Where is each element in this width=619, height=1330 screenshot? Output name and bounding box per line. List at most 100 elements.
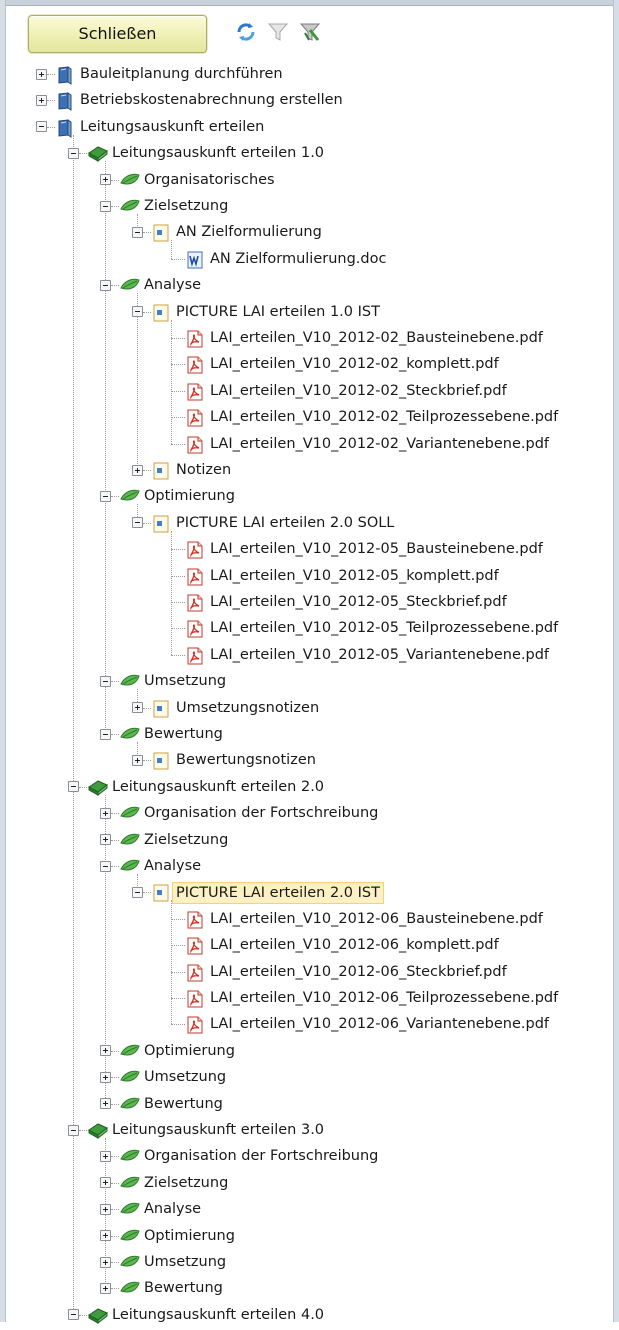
- pdf-file-icon: [185, 540, 205, 560]
- tree-row[interactable]: PICTURE LAI erteilen 2.0 SOLL: [0, 511, 619, 537]
- expand-toggle[interactable]: [100, 1256, 111, 1268]
- tree-item-label: LAI_erteilen_V10_2012-02_Variantenebene.…: [210, 435, 550, 452]
- collapse-toggle[interactable]: [132, 306, 143, 318]
- expand-toggle[interactable]: [132, 754, 143, 766]
- tree-row[interactable]: LAI_erteilen_V10_2012-05_Steckbrief.pdf: [0, 590, 619, 616]
- tree-row[interactable]: Organisation der Fortschreibung: [0, 1144, 619, 1170]
- tree-row[interactable]: LAI_erteilen_V10_2012-05_komplett.pdf: [0, 564, 619, 590]
- tree-row[interactable]: LAI_erteilen_V10_2012-02_Bausteinebene.p…: [0, 326, 619, 352]
- tree-item-label: Bauleitplanung durchführen: [80, 66, 283, 82]
- tree-connector: [171, 602, 185, 603]
- tree-row[interactable]: Bewertung: [0, 722, 619, 748]
- tree-item-label: Umsetzung: [144, 1069, 227, 1086]
- tree-row[interactable]: Zielsetzung: [0, 1171, 619, 1197]
- tree-row[interactable]: Umsetzungsnotizen: [0, 696, 619, 722]
- tree-row[interactable]: LAI_erteilen_V10_2012-06_Variantenebene.…: [0, 1012, 619, 1038]
- collapse-toggle[interactable]: [100, 675, 111, 687]
- expand-toggle[interactable]: [100, 1177, 111, 1189]
- expand-toggle[interactable]: [100, 1150, 111, 1162]
- tree-row[interactable]: AN Zielformulierung: [0, 220, 619, 246]
- tree-row[interactable]: Leitungsauskunft erteilen 1.0: [0, 141, 619, 167]
- tree-item-label: Organisation der Fortschreibung: [144, 805, 379, 822]
- tree-row[interactable]: LAI_erteilen_V10_2012-02_komplett.pdf: [0, 352, 619, 378]
- collapse-toggle[interactable]: [100, 728, 111, 740]
- expand-toggle[interactable]: [100, 174, 111, 186]
- tree-row[interactable]: Zielsetzung: [0, 828, 619, 854]
- tree-connector: [79, 1130, 87, 1131]
- expand-toggle[interactable]: [100, 1045, 111, 1057]
- tree-row[interactable]: LAI_erteilen_V10_2012-06_Teilprozesseben…: [0, 986, 619, 1012]
- tree-row[interactable]: Bewertung: [0, 1092, 619, 1118]
- collapse-toggle[interactable]: [68, 1309, 79, 1321]
- tree-row[interactable]: Leitungsauskunft erteilen 3.0: [0, 1118, 619, 1144]
- expand-toggle[interactable]: [100, 1098, 111, 1110]
- collapse-toggle[interactable]: [68, 1124, 79, 1136]
- tree-row[interactable]: Leitungsauskunft erteilen 4.0: [0, 1303, 619, 1329]
- collapse-toggle[interactable]: [100, 490, 111, 502]
- tree-row[interactable]: Analyse: [0, 854, 619, 880]
- tree-item-label: Optimierung: [144, 1042, 235, 1059]
- tree-item-label: PICTURE LAI erteilen 2.0 IST: [172, 882, 384, 905]
- collapse-toggle[interactable]: [132, 517, 143, 529]
- tree-row[interactable]: Umsetzung: [0, 1250, 619, 1276]
- tree-row[interactable]: AN Zielformulierung.doc: [0, 247, 619, 273]
- collapse-toggle[interactable]: [100, 860, 111, 872]
- tree-row[interactable]: LAI_erteilen_V10_2012-06_komplett.pdf: [0, 933, 619, 959]
- filter-icon[interactable]: [267, 21, 289, 47]
- tree-row[interactable]: LAI_erteilen_V10_2012-02_Teilprozesseben…: [0, 405, 619, 431]
- expand-toggle[interactable]: [36, 94, 47, 106]
- tree-row[interactable]: LAI_erteilen_V10_2012-02_Steckbrief.pdf: [0, 379, 619, 405]
- tree-row[interactable]: Betriebskostenabrechnung erstellen: [0, 88, 619, 114]
- tree-item-label: Analyse: [144, 1201, 202, 1218]
- tree-item-label: LAI_erteilen_V10_2012-02_komplett.pdf: [210, 356, 499, 373]
- tree-row[interactable]: Analyse: [0, 1197, 619, 1223]
- leaf-green-icon: [119, 171, 140, 191]
- refresh-icon[interactable]: [235, 21, 257, 47]
- tree-row[interactable]: Zielsetzung: [0, 194, 619, 220]
- expand-toggle[interactable]: [100, 1230, 111, 1242]
- tree-row[interactable]: Organisation der Fortschreibung: [0, 801, 619, 827]
- expand-toggle[interactable]: [100, 807, 111, 819]
- collapse-toggle[interactable]: [132, 226, 143, 238]
- tree-row[interactable]: LAI_erteilen_V10_2012-05_Teilprozesseben…: [0, 616, 619, 642]
- tree-row[interactable]: Optimierung: [0, 1039, 619, 1065]
- tree-row[interactable]: Bewertungsnotizen: [0, 748, 619, 774]
- tree-row[interactable]: LAI_erteilen_V10_2012-02_Variantenebene.…: [0, 432, 619, 458]
- tree-row[interactable]: LAI_erteilen_V10_2012-05_Bausteinebene.p…: [0, 537, 619, 563]
- collapse-toggle[interactable]: [68, 781, 79, 793]
- tree-row[interactable]: Leitungsauskunft erteilen: [0, 115, 619, 141]
- collapse-toggle[interactable]: [36, 121, 47, 133]
- tree-item-label: LAI_erteilen_V10_2012-06_Steckbrief.pdf: [210, 963, 507, 980]
- expand-toggle[interactable]: [132, 702, 143, 714]
- collapse-toggle[interactable]: [100, 200, 111, 212]
- tree-item-label: AN Zielformulierung.doc: [210, 250, 387, 267]
- tree-row[interactable]: Bewertung: [0, 1276, 619, 1302]
- expand-toggle[interactable]: [100, 834, 111, 846]
- expand-toggle[interactable]: [100, 1282, 111, 1294]
- expand-toggle[interactable]: [100, 1203, 111, 1215]
- tree-row[interactable]: Umsetzung: [0, 1065, 619, 1091]
- tree-connector: [171, 971, 185, 973]
- tree-row[interactable]: Bauleitplanung durchführen: [0, 62, 619, 88]
- expand-toggle[interactable]: [132, 464, 143, 476]
- tree-row[interactable]: LAI_erteilen_V10_2012-05_Variantenebene.…: [0, 643, 619, 669]
- collapse-toggle[interactable]: [100, 279, 111, 291]
- filter-clear-icon[interactable]: [299, 21, 321, 47]
- tree-row[interactable]: PICTURE LAI erteilen 2.0 IST: [0, 880, 619, 906]
- close-button[interactable]: Schließen: [28, 15, 207, 53]
- tree-row[interactable]: Analyse: [0, 273, 619, 299]
- tree-row[interactable]: LAI_erteilen_V10_2012-06_Steckbrief.pdf: [0, 960, 619, 986]
- book-green-icon: [87, 1121, 108, 1141]
- tree-row[interactable]: Umsetzung: [0, 669, 619, 695]
- tree-row[interactable]: Optimierung: [0, 484, 619, 510]
- tree-row[interactable]: Organisatorisches: [0, 168, 619, 194]
- tree-row[interactable]: Leitungsauskunft erteilen 2.0: [0, 775, 619, 801]
- tree-row[interactable]: LAI_erteilen_V10_2012-06_Bausteinebene.p…: [0, 907, 619, 933]
- collapse-toggle[interactable]: [68, 147, 79, 159]
- collapse-toggle[interactable]: [132, 886, 143, 898]
- expand-toggle[interactable]: [100, 1071, 111, 1083]
- expand-toggle[interactable]: [36, 68, 47, 80]
- tree-row[interactable]: PICTURE LAI erteilen 1.0 IST: [0, 300, 619, 326]
- tree-row[interactable]: Optimierung: [0, 1224, 619, 1250]
- tree-row[interactable]: Notizen: [0, 458, 619, 484]
